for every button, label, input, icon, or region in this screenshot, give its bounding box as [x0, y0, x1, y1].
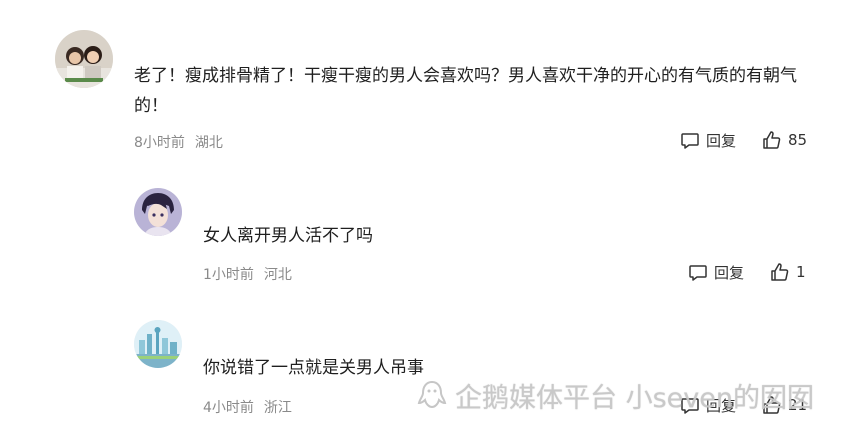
thumbs-up-icon: [763, 131, 781, 149]
reply-label: 回复: [714, 264, 745, 282]
reply-button[interactable]: 回复: [688, 262, 744, 283]
watermark: 企鹅媒体平台 小seven的囡囡: [415, 376, 814, 415]
penguin-logo-icon: [417, 380, 447, 408]
like-count: 1: [796, 263, 806, 281]
comment-location: 浙江: [263, 400, 292, 416]
comment-meta: 1小时前 河北: [203, 264, 292, 284]
avatar[interactable]: [134, 320, 182, 368]
comment-location: 湖北: [194, 135, 223, 151]
thumbs-up-icon: [771, 263, 789, 281]
comment-time: 1小时前: [203, 267, 254, 283]
reply-button[interactable]: 回复: [680, 130, 736, 151]
comment-text: 老了！瘦成排骨精了！干瘦干瘦的男人会喜欢吗？男人喜欢干净的开心的有气质的有朝气的…: [134, 66, 797, 116]
like-button[interactable]: 1: [770, 262, 806, 282]
comment-time: 4小时前: [203, 400, 254, 416]
reply-icon: [681, 132, 699, 149]
reply-label: 回复: [706, 132, 737, 150]
comment-time: 8小时前: [134, 135, 185, 151]
like-button[interactable]: 85: [762, 130, 807, 150]
comment-meta: 4小时前 浙江: [203, 397, 292, 417]
avatar[interactable]: [55, 30, 113, 88]
like-count: 85: [788, 131, 808, 149]
comment-meta: 8小时前 湖北: [134, 132, 223, 152]
comment-location: 河北: [263, 267, 292, 283]
reply-icon: [689, 264, 707, 281]
avatar[interactable]: [134, 188, 182, 236]
comment-text: 女人离开男人活不了吗: [203, 226, 373, 246]
watermark-text: 企鹅媒体平台 小seven的囡囡: [455, 383, 814, 414]
